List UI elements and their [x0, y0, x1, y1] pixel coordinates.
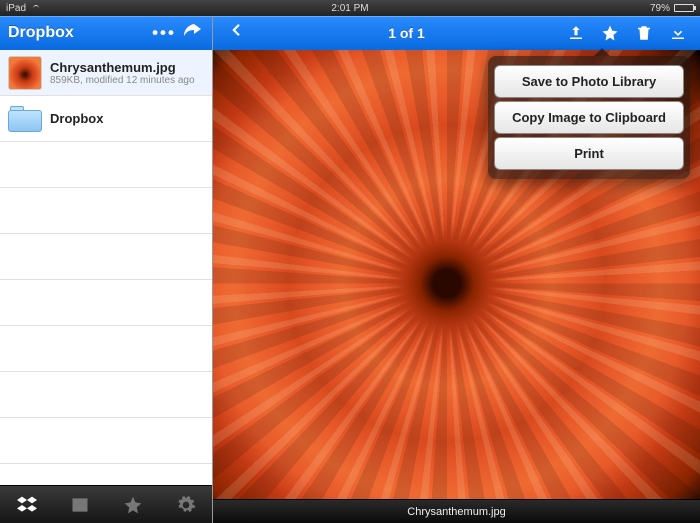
sidebar-title: Dropbox [8, 24, 148, 42]
action-popover: Save to Photo Library Copy Image to Clip… [488, 56, 690, 179]
favorite-button[interactable] [596, 19, 624, 47]
delete-button[interactable] [630, 19, 658, 47]
viewer-footer: Chrysanthemum.jpg [213, 499, 700, 523]
viewer-pane: 1 of 1 Chrysanthemum.jpg Save to Photo L [213, 16, 700, 523]
action-share-button[interactable] [562, 19, 590, 47]
sidebar-header: Dropbox ••• [0, 16, 212, 50]
gear-icon [176, 495, 196, 515]
star-icon [123, 495, 143, 515]
print-button[interactable]: Print [494, 137, 684, 170]
page-counter: 1 of 1 [257, 25, 556, 41]
empty-row [0, 234, 212, 280]
folder-name: Dropbox [50, 111, 103, 126]
sidebar: Dropbox ••• Chrysanthemum.jpg 859KB, mod… [0, 16, 213, 523]
status-bar: iPad 2:01 PM 79% [0, 0, 700, 16]
empty-row [0, 188, 212, 234]
battery-percent: 79% [650, 3, 670, 14]
empty-row [0, 418, 212, 464]
download-icon [669, 24, 687, 42]
empty-row [0, 372, 212, 418]
viewer-filename: Chrysanthemum.jpg [407, 506, 505, 518]
dropbox-icon [17, 495, 37, 515]
clock: 2:01 PM [331, 3, 368, 14]
folder-icon [8, 106, 42, 132]
more-icon: ••• [152, 23, 176, 43]
empty-row [0, 142, 212, 188]
sidebar-more-button[interactable]: ••• [152, 21, 176, 45]
download-button[interactable] [664, 19, 692, 47]
photos-icon [70, 495, 90, 515]
tab-settings[interactable] [159, 486, 212, 523]
image-thumbnail-icon [8, 56, 42, 90]
tab-favorites[interactable] [106, 486, 159, 523]
file-subtitle: 859KB, modified 12 minutes ago [50, 75, 195, 86]
save-to-photo-library-button[interactable]: Save to Photo Library [494, 65, 684, 98]
tab-dropbox[interactable] [0, 486, 53, 523]
copy-to-clipboard-button[interactable]: Copy Image to Clipboard [494, 101, 684, 134]
star-icon [601, 24, 619, 42]
back-button[interactable] [221, 21, 251, 45]
empty-row [0, 280, 212, 326]
wifi-icon [30, 4, 42, 12]
sidebar-tabbar [0, 485, 212, 523]
viewer-toolbar: 1 of 1 [213, 16, 700, 50]
trash-icon [635, 24, 653, 42]
file-list: Chrysanthemum.jpg 859KB, modified 12 min… [0, 50, 212, 485]
file-name: Chrysanthemum.jpg [50, 60, 195, 75]
device-label: iPad [6, 3, 26, 14]
battery-icon [674, 4, 694, 12]
list-item[interactable]: Dropbox [0, 96, 212, 142]
share-icon [180, 21, 204, 45]
list-item[interactable]: Chrysanthemum.jpg 859KB, modified 12 min… [0, 50, 212, 96]
empty-row [0, 326, 212, 372]
chevron-left-icon [227, 21, 245, 39]
action-icon [567, 24, 585, 42]
sidebar-share-button[interactable] [180, 21, 204, 45]
tab-photos[interactable] [53, 486, 106, 523]
